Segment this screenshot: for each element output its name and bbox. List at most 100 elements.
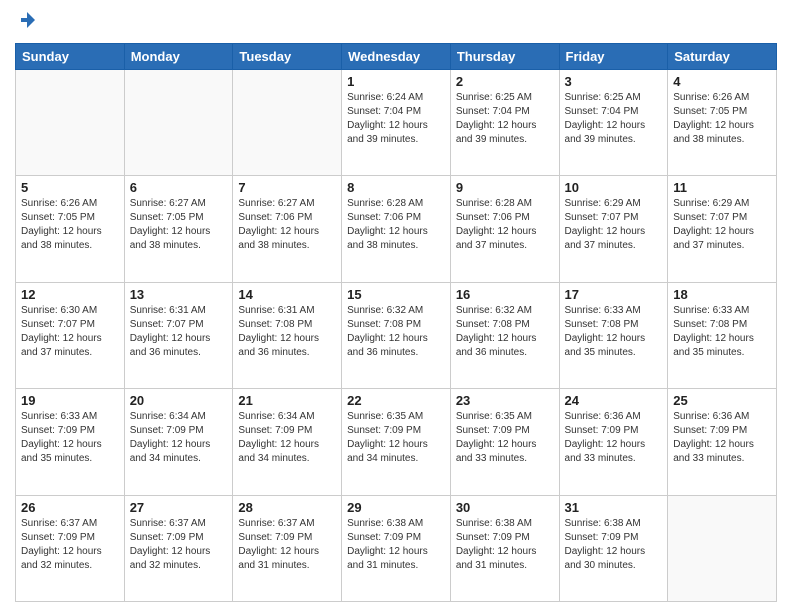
day-number: 2 bbox=[456, 74, 554, 89]
day-info: Sunrise: 6:32 AM Sunset: 7:08 PM Dayligh… bbox=[347, 304, 445, 360]
day-info: Sunrise: 6:38 AM Sunset: 7:09 PM Dayligh… bbox=[347, 517, 445, 573]
header bbox=[15, 10, 777, 35]
logo bbox=[15, 10, 37, 35]
day-info: Sunrise: 6:33 AM Sunset: 7:09 PM Dayligh… bbox=[21, 410, 119, 466]
calendar-cell: 6 Sunrise: 6:27 AM Sunset: 7:05 PM Daylig… bbox=[124, 176, 233, 282]
day-number: 13 bbox=[130, 287, 228, 302]
day-info: Sunrise: 6:27 AM Sunset: 7:05 PM Dayligh… bbox=[130, 197, 228, 253]
day-info: Sunrise: 6:36 AM Sunset: 7:09 PM Dayligh… bbox=[673, 410, 771, 466]
day-number: 12 bbox=[21, 287, 119, 302]
weekday-header-tuesday: Tuesday bbox=[233, 43, 342, 69]
day-number: 31 bbox=[565, 500, 663, 515]
calendar-cell: 14 Sunrise: 6:31 AM Sunset: 7:08 PM Dayli… bbox=[233, 282, 342, 388]
calendar-cell: 24Sunrise: 6:36 AM Sunset: 7:09 PM Dayli… bbox=[559, 389, 668, 495]
day-info: Sunrise: 6:38 AM Sunset: 7:09 PM Dayligh… bbox=[565, 517, 663, 573]
day-info: Sunrise: 6:37 AM Sunset: 7:09 PM Dayligh… bbox=[130, 517, 228, 573]
day-number: 1 bbox=[347, 74, 445, 89]
calendar-cell: 5 Sunrise: 6:26 AM Sunset: 7:05 PM Daylig… bbox=[16, 176, 125, 282]
day-info: Sunrise: 6:31 AM Sunset: 7:08 PM Dayligh… bbox=[238, 304, 336, 360]
day-info: Sunrise: 6:26 AM Sunset: 7:05 PM Dayligh… bbox=[21, 197, 119, 253]
day-number: 21 bbox=[238, 393, 336, 408]
day-info: Sunrise: 6:30 AM Sunset: 7:07 PM Dayligh… bbox=[21, 304, 119, 360]
calendar-header-row: SundayMondayTuesdayWednesdayThursdayFrid… bbox=[16, 43, 777, 69]
calendar-cell: 29Sunrise: 6:38 AM Sunset: 7:09 PM Dayli… bbox=[342, 495, 451, 601]
day-info: Sunrise: 6:26 AM Sunset: 7:05 PM Dayligh… bbox=[673, 91, 771, 147]
day-number: 10 bbox=[565, 180, 663, 195]
calendar-cell: 9Sunrise: 6:28 AM Sunset: 7:06 PM Daylig… bbox=[450, 176, 559, 282]
calendar-cell: 31 Sunrise: 6:38 AM Sunset: 7:09 PM Dayli… bbox=[559, 495, 668, 601]
calendar-cell: 3 Sunrise: 6:25 AM Sunset: 7:04 PM Daylig… bbox=[559, 69, 668, 175]
day-number: 22 bbox=[347, 393, 445, 408]
calendar-cell: 10 Sunrise: 6:29 AM Sunset: 7:07 PM Dayli… bbox=[559, 176, 668, 282]
day-number: 17 bbox=[565, 287, 663, 302]
calendar-cell bbox=[16, 69, 125, 175]
day-number: 27 bbox=[130, 500, 228, 515]
page: SundayMondayTuesdayWednesdayThursdayFrid… bbox=[0, 0, 792, 612]
calendar-table: SundayMondayTuesdayWednesdayThursdayFrid… bbox=[15, 43, 777, 602]
calendar-cell: 17 Sunrise: 6:33 AM Sunset: 7:08 PM Dayli… bbox=[559, 282, 668, 388]
logo-icon bbox=[17, 10, 37, 30]
day-number: 5 bbox=[21, 180, 119, 195]
day-number: 3 bbox=[565, 74, 663, 89]
calendar-cell: 18 Sunrise: 6:33 AM Sunset: 7:08 PM Dayli… bbox=[668, 282, 777, 388]
day-number: 16 bbox=[456, 287, 554, 302]
day-number: 6 bbox=[130, 180, 228, 195]
calendar-cell bbox=[233, 69, 342, 175]
day-number: 23 bbox=[456, 393, 554, 408]
day-info: Sunrise: 6:38 AM Sunset: 7:09 PM Dayligh… bbox=[456, 517, 554, 573]
day-number: 15 bbox=[347, 287, 445, 302]
day-info: Sunrise: 6:32 AM Sunset: 7:08 PM Dayligh… bbox=[456, 304, 554, 360]
day-number: 8 bbox=[347, 180, 445, 195]
calendar-cell: 20 Sunrise: 6:34 AM Sunset: 7:09 PM Dayli… bbox=[124, 389, 233, 495]
day-number: 20 bbox=[130, 393, 228, 408]
calendar-cell: 7 Sunrise: 6:27 AM Sunset: 7:06 PM Daylig… bbox=[233, 176, 342, 282]
calendar-cell: 27 Sunrise: 6:37 AM Sunset: 7:09 PM Dayli… bbox=[124, 495, 233, 601]
day-number: 9 bbox=[456, 180, 554, 195]
day-number: 24 bbox=[565, 393, 663, 408]
day-number: 18 bbox=[673, 287, 771, 302]
weekday-header-thursday: Thursday bbox=[450, 43, 559, 69]
day-info: Sunrise: 6:34 AM Sunset: 7:09 PM Dayligh… bbox=[238, 410, 336, 466]
calendar-cell: 28Sunrise: 6:37 AM Sunset: 7:09 PM Dayli… bbox=[233, 495, 342, 601]
calendar-week-5: 26 Sunrise: 6:37 AM Sunset: 7:09 PM Dayli… bbox=[16, 495, 777, 601]
weekday-header-saturday: Saturday bbox=[668, 43, 777, 69]
day-number: 4 bbox=[673, 74, 771, 89]
calendar-cell: 4 Sunrise: 6:26 AM Sunset: 7:05 PM Daylig… bbox=[668, 69, 777, 175]
day-info: Sunrise: 6:33 AM Sunset: 7:08 PM Dayligh… bbox=[673, 304, 771, 360]
calendar-cell: 25 Sunrise: 6:36 AM Sunset: 7:09 PM Dayli… bbox=[668, 389, 777, 495]
day-number: 25 bbox=[673, 393, 771, 408]
day-info: Sunrise: 6:25 AM Sunset: 7:04 PM Dayligh… bbox=[456, 91, 554, 147]
day-info: Sunrise: 6:34 AM Sunset: 7:09 PM Dayligh… bbox=[130, 410, 228, 466]
weekday-header-friday: Friday bbox=[559, 43, 668, 69]
day-info: Sunrise: 6:35 AM Sunset: 7:09 PM Dayligh… bbox=[347, 410, 445, 466]
calendar-cell: 23Sunrise: 6:35 AM Sunset: 7:09 PM Dayli… bbox=[450, 389, 559, 495]
day-number: 30 bbox=[456, 500, 554, 515]
day-number: 14 bbox=[238, 287, 336, 302]
calendar-cell: 1Sunrise: 6:24 AM Sunset: 7:04 PM Daylig… bbox=[342, 69, 451, 175]
calendar-cell: 22 Sunrise: 6:35 AM Sunset: 7:09 PM Dayli… bbox=[342, 389, 451, 495]
day-number: 26 bbox=[21, 500, 119, 515]
day-number: 7 bbox=[238, 180, 336, 195]
calendar-cell bbox=[124, 69, 233, 175]
calendar-week-3: 12 Sunrise: 6:30 AM Sunset: 7:07 PM Dayli… bbox=[16, 282, 777, 388]
calendar-week-4: 19 Sunrise: 6:33 AM Sunset: 7:09 PM Dayli… bbox=[16, 389, 777, 495]
calendar-cell: 19 Sunrise: 6:33 AM Sunset: 7:09 PM Dayli… bbox=[16, 389, 125, 495]
calendar-cell: 2 Sunrise: 6:25 AM Sunset: 7:04 PM Daylig… bbox=[450, 69, 559, 175]
calendar-cell: 13Sunrise: 6:31 AM Sunset: 7:07 PM Dayli… bbox=[124, 282, 233, 388]
day-info: Sunrise: 6:25 AM Sunset: 7:04 PM Dayligh… bbox=[565, 91, 663, 147]
calendar-cell: 8Sunrise: 6:28 AM Sunset: 7:06 PM Daylig… bbox=[342, 176, 451, 282]
day-info: Sunrise: 6:37 AM Sunset: 7:09 PM Dayligh… bbox=[21, 517, 119, 573]
weekday-header-sunday: Sunday bbox=[16, 43, 125, 69]
calendar-cell: 11Sunrise: 6:29 AM Sunset: 7:07 PM Dayli… bbox=[668, 176, 777, 282]
day-info: Sunrise: 6:37 AM Sunset: 7:09 PM Dayligh… bbox=[238, 517, 336, 573]
calendar-cell: 30 Sunrise: 6:38 AM Sunset: 7:09 PM Dayli… bbox=[450, 495, 559, 601]
day-number: 11 bbox=[673, 180, 771, 195]
calendar-cell bbox=[668, 495, 777, 601]
weekday-header-monday: Monday bbox=[124, 43, 233, 69]
day-info: Sunrise: 6:29 AM Sunset: 7:07 PM Dayligh… bbox=[565, 197, 663, 253]
day-number: 19 bbox=[21, 393, 119, 408]
day-info: Sunrise: 6:27 AM Sunset: 7:06 PM Dayligh… bbox=[238, 197, 336, 253]
day-info: Sunrise: 6:33 AM Sunset: 7:08 PM Dayligh… bbox=[565, 304, 663, 360]
calendar-cell: 12 Sunrise: 6:30 AM Sunset: 7:07 PM Dayli… bbox=[16, 282, 125, 388]
calendar-week-1: 1Sunrise: 6:24 AM Sunset: 7:04 PM Daylig… bbox=[16, 69, 777, 175]
